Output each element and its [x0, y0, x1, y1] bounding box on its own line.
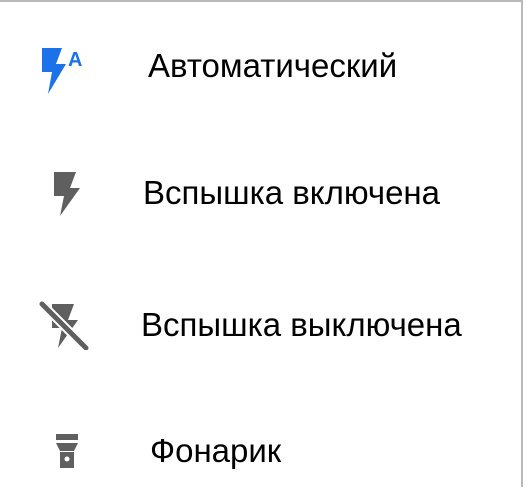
menu-item-flash-off[interactable]: Вспышка выключена — [0, 274, 520, 374]
flashlight-icon — [56, 434, 78, 468]
menu-item-label: Вспышка выключена — [141, 306, 462, 343]
menu-item-label: Автоматический — [148, 47, 398, 84]
menu-item-flash-auto[interactable]: A Автоматический — [0, 20, 520, 120]
menu-item-label: Вспышка включена — [143, 174, 440, 211]
menu-item-flash-on[interactable]: Вспышка включена — [0, 144, 520, 244]
menu-item-flashlight[interactable]: Фонарик — [0, 398, 520, 498]
flash-auto-icon: A — [42, 48, 82, 94]
flash-mode-menu: A Автоматический Вспышка включена Вспышк… — [0, 0, 523, 487]
menu-item-label: Фонарик — [150, 432, 282, 469]
flash-off-icon — [38, 299, 90, 350]
flash-auto-badge: A — [68, 49, 82, 71]
flash-on-icon — [54, 172, 80, 216]
